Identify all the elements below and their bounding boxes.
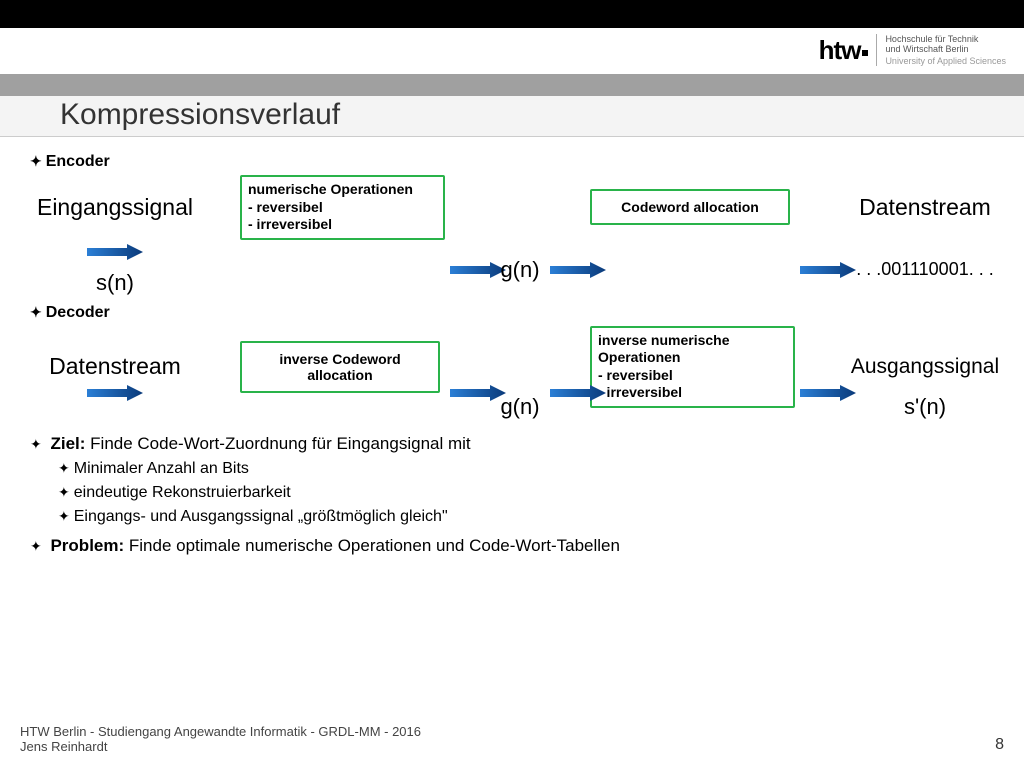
star-icon: ✦ — [58, 460, 70, 476]
decoder-heading: ✦Decoder — [30, 304, 1004, 322]
decoder-box-ops: inverse numerische Operationen - reversi… — [590, 326, 795, 408]
goal-sub-1: ✦Minimaler Anzahl an Bits — [58, 460, 1004, 478]
star-icon: ✦ — [30, 304, 42, 320]
arrow-icon — [550, 262, 590, 278]
logo-zone: htw Hochschule für Technik und Wirtschaf… — [0, 28, 1024, 74]
star-icon: ✦ — [58, 484, 70, 500]
encoder-out-fn: . . .001110001. . . — [840, 259, 1010, 280]
star-icon: ✦ — [58, 508, 70, 524]
top-black-bar — [0, 0, 1024, 28]
box1-line3: - irreversibel — [248, 216, 437, 234]
page-title: Kompressionsverlauf — [60, 98, 1024, 132]
box1-line2: - reversibel — [248, 199, 437, 217]
decoder-box-codeword: inverse Codeword allocation — [240, 341, 440, 393]
star-icon: ✦ — [30, 436, 42, 452]
goals-section: ✦ Ziel: Finde Code-Wort-Zuordnung für Ei… — [30, 434, 1004, 556]
logo-line-3: University of Applied Sciences — [885, 56, 1006, 66]
logo-line-2: und Wirtschaft Berlin — [885, 44, 1006, 54]
footer: HTW Berlin - Studiengang Angewandte Info… — [20, 724, 1004, 754]
decoder-out-fn: s'(n) — [840, 394, 1010, 420]
goal-sub-3: ✦Eingangs- und Ausgangssignal „größtmögl… — [58, 508, 1004, 526]
encoder-heading: ✦Encoder — [30, 153, 1004, 171]
box1-line1: numerische Operationen — [248, 181, 437, 199]
arrow-icon — [550, 385, 590, 401]
arrow-icon — [30, 244, 200, 260]
arrow-icon — [30, 385, 200, 401]
encoder-mid-fn: g(n) — [490, 257, 550, 283]
encoder-box-codeword: Codeword allocation — [590, 189, 790, 225]
dbox2-l2: Operationen — [598, 349, 787, 367]
problem-text: Finde optimale numerische Operationen un… — [129, 536, 620, 555]
encoder-flow: Eingangssignal numerische Operationen - … — [30, 175, 1004, 240]
star-icon: ✦ — [30, 538, 42, 554]
decoder-mid-fn: g(n) — [490, 394, 550, 420]
encoder-flow-arrows: s(n) g(n) . . .001110001. . . — [30, 244, 1004, 296]
encoder-out-label: Datenstream — [840, 194, 1010, 221]
ziel-label: Ziel: — [50, 434, 85, 453]
ziel-line: ✦ Ziel: Finde Code-Wort-Zuordnung für Ei… — [30, 434, 1004, 454]
goal-sub-2: ✦eindeutige Rekonstruierbarkeit — [58, 484, 1004, 502]
logo-mark: htw — [819, 35, 869, 66]
gray-bar — [0, 74, 1024, 96]
page-number: 8 — [995, 736, 1004, 754]
arrow-icon — [800, 262, 840, 278]
star-icon: ✦ — [30, 153, 42, 169]
encoder-input-fn: s(n) — [30, 270, 200, 296]
footer-line-1: HTW Berlin - Studiengang Angewandte Info… — [20, 724, 421, 739]
logo-text: Hochschule für Technik und Wirtschaft Be… — [876, 34, 1006, 66]
arrow-icon — [450, 385, 490, 401]
encoder-box-ops: numerische Operationen - reversibel - ir… — [240, 175, 445, 240]
encoder-input-label: Eingangssignal — [30, 194, 200, 221]
arrow-icon — [800, 385, 840, 401]
arrow-icon — [450, 262, 490, 278]
problem-line: ✦ Problem: Finde optimale numerische Ope… — [30, 536, 1004, 556]
problem-label: Problem: — [50, 536, 124, 555]
htw-logo: htw Hochschule für Technik und Wirtschaf… — [819, 34, 1006, 66]
dbox2-l4: - irreversibel — [598, 384, 787, 402]
ziel-text: Finde Code-Wort-Zuordnung für Eingangsig… — [90, 434, 471, 453]
dbox2-l1: inverse numerische — [598, 332, 787, 350]
decoder-input-label: Datenstream — [30, 353, 200, 380]
title-bar: Kompressionsverlauf — [0, 96, 1024, 137]
dbox2-l3: - reversibel — [598, 367, 787, 385]
decoder-box1-text: inverse Codeword allocation — [248, 351, 432, 383]
footer-left: HTW Berlin - Studiengang Angewandte Info… — [20, 724, 421, 754]
footer-line-2: Jens Reinhardt — [20, 739, 421, 754]
logo-line-1: Hochschule für Technik — [885, 34, 1006, 44]
